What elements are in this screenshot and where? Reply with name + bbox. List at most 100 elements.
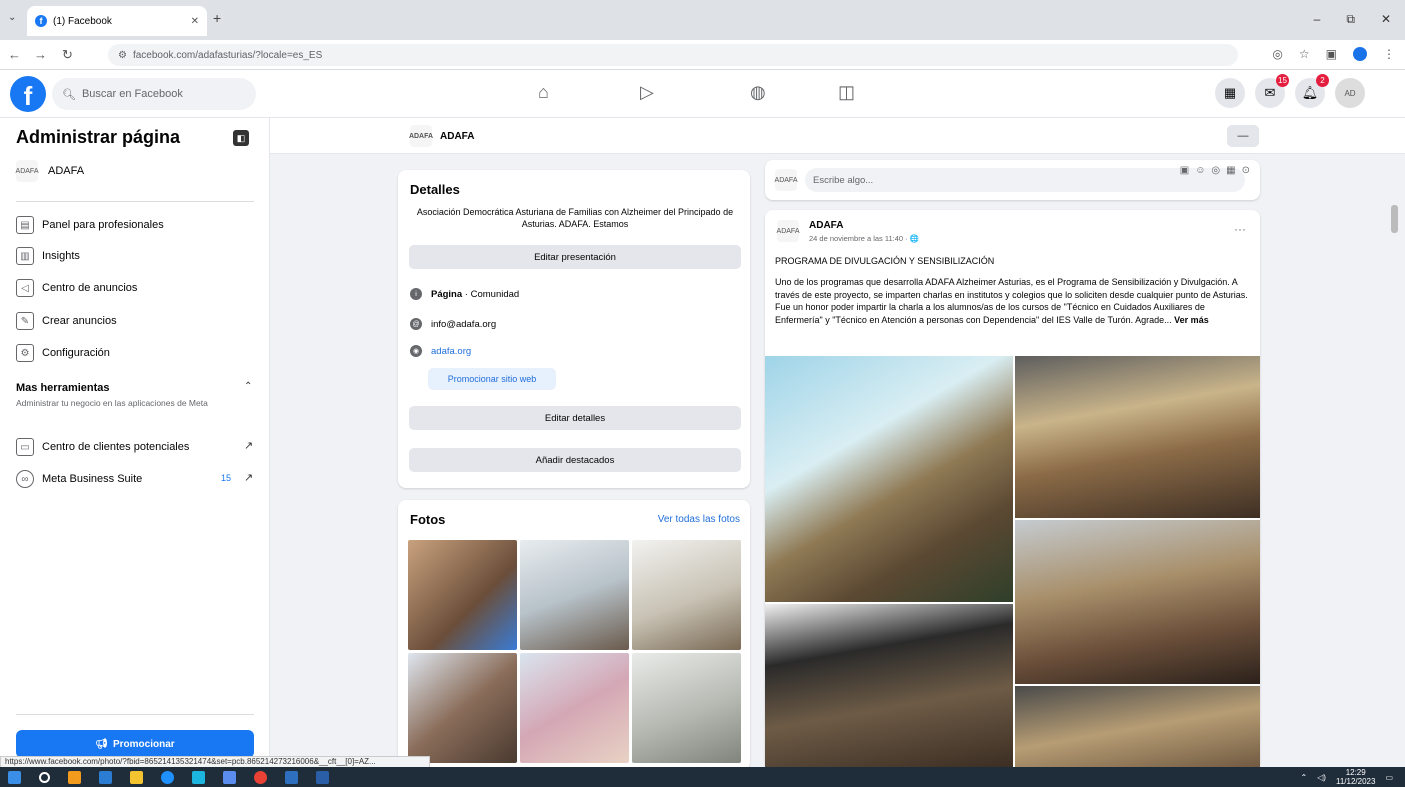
globe-icon: ◉ — [410, 345, 422, 357]
clock[interactable]: 12:29 11/12/2023 — [1336, 768, 1375, 787]
sidebar-item-leads-center[interactable]: ▭ Centro de clientes potenciales — [16, 438, 189, 456]
windows-start-icon[interactable] — [8, 770, 21, 784]
search-icon[interactable] — [39, 771, 50, 783]
email-row: @ info@adafa.org — [410, 318, 496, 330]
close-window-button[interactable]: ✕ — [1381, 12, 1391, 27]
post-composer: ADAFA Escribe algo... ▣ ☺ ◎ ▦ ⊙ — [765, 160, 1260, 200]
word-icon[interactable] — [316, 770, 329, 784]
windows-taskbar: ⌃ ◁) 12:29 11/12/2023 ▭ — [0, 767, 1405, 787]
location-icon[interactable]: ⊙ — [1242, 165, 1250, 176]
post-author[interactable]: ADAFA — [809, 220, 919, 231]
event-icon[interactable]: ▦ — [1226, 165, 1235, 176]
edit-intro-button[interactable]: Editar presentación — [409, 245, 741, 269]
photo-thumbnail[interactable] — [408, 653, 517, 763]
post-options-icon[interactable]: ··· — [1234, 222, 1246, 236]
chevron-up-icon[interactable]: ⌃ — [244, 381, 252, 392]
forward-icon[interactable]: → — [34, 47, 47, 62]
sidebar-page-link[interactable]: ADAFA ADAFA — [16, 160, 84, 182]
firefox-icon[interactable] — [68, 770, 81, 784]
post-photo[interactable] — [1015, 686, 1260, 770]
megaphone-icon: ◁ — [16, 279, 34, 297]
post-photo[interactable] — [765, 604, 1013, 770]
browser-tab[interactable]: f (1) Facebook ✕ — [27, 6, 207, 36]
meta-icon: ∞ — [16, 470, 34, 488]
adafa-logo[interactable]: ADAFA — [777, 220, 799, 242]
page-scrollbar[interactable] — [1391, 205, 1398, 233]
tray-chevron-icon[interactable]: ⌃ — [1300, 773, 1307, 782]
bookmark-star-icon[interactable]: ☆ — [1299, 47, 1310, 61]
menu-grid-icon[interactable]: ▦ — [1215, 78, 1245, 108]
more-tools-subtitle: Administrar tu negocio en las aplicacion… — [16, 398, 208, 408]
home-icon[interactable]: ⌂ — [538, 82, 549, 103]
store-icon[interactable] — [223, 770, 236, 784]
chrome-icon[interactable] — [254, 770, 267, 784]
info-icon: i — [410, 288, 422, 300]
back-icon[interactable]: ← — [8, 47, 21, 62]
file-explorer-icon[interactable] — [130, 770, 143, 784]
sidebar-divider — [16, 201, 254, 202]
post-photo[interactable] — [765, 356, 1013, 602]
gaming-icon[interactable]: ◫ — [838, 82, 855, 103]
post-photo[interactable] — [1015, 356, 1260, 518]
site-info-icon[interactable]: ⚙ — [118, 50, 127, 61]
messenger-icon[interactable]: ✉ 15 — [1255, 74, 1289, 108]
new-tab-button[interactable]: + — [213, 10, 221, 26]
page-options-button[interactable]: — — [1227, 125, 1259, 147]
notifications-center-icon[interactable]: ▭ — [1385, 773, 1393, 782]
page-header-title[interactable]: ADAFA ADAFA — [409, 125, 474, 147]
browser-tabstrip: ⌄ f (1) Facebook ✕ + – ⧉ ✕ — [0, 0, 1405, 40]
sidebar-item-label: Configuración — [42, 347, 110, 359]
photo-thumbnail[interactable] — [520, 540, 629, 650]
sidebar-item-settings[interactable]: ⚙ Configuración — [16, 344, 110, 362]
emoji-icon[interactable]: ◎ — [1211, 165, 1220, 176]
external-link-icon[interactable]: ↗ — [244, 439, 253, 452]
maximize-button[interactable]: ⧉ — [1346, 12, 1355, 27]
post-headline: PROGRAMA DE DIVULGACIÓN Y SENSIBILIZACIÓ… — [775, 256, 995, 266]
details-card: Detalles Asociación Democrática Asturian… — [398, 170, 750, 488]
edit-details-button[interactable]: Editar detalles — [409, 406, 741, 430]
website-link[interactable]: adafa.org — [431, 346, 471, 357]
promote-button[interactable]: 📢︎ Promocionar — [16, 730, 254, 758]
google-lens-icon[interactable]: ◎ — [1272, 47, 1282, 61]
facebook-logo-icon[interactable]: f — [10, 76, 46, 112]
facebook-search-input[interactable]: 🔍︎ Buscar en Facebook — [52, 78, 256, 110]
photo-thumbnail[interactable] — [632, 540, 741, 650]
collapse-sidebar-icon[interactable]: ◧ — [233, 130, 249, 146]
profile-icon[interactable] — [1353, 47, 1367, 61]
video-icon[interactable]: ▷ — [640, 82, 654, 103]
post-timestamp[interactable]: 24 de noviembre a las 11:40 · 🌐 — [809, 234, 919, 243]
photo-thumbnail[interactable] — [520, 653, 629, 763]
external-link-icon[interactable]: ↗ — [244, 471, 253, 484]
volume-icon[interactable]: ◁) — [1317, 773, 1326, 782]
tab-search-icon[interactable]: ⌄ — [8, 12, 16, 23]
side-panel-icon[interactable]: ▣ — [1326, 47, 1337, 61]
outlook-icon[interactable] — [285, 770, 298, 784]
reload-icon[interactable]: ↻ — [62, 47, 73, 63]
groups-icon[interactable]: ◍ — [750, 82, 766, 103]
see-all-photos-link[interactable]: Ver todas las fotos — [658, 514, 740, 525]
edge-chromium-icon[interactable] — [192, 770, 205, 784]
account-avatar[interactable]: AD — [1335, 78, 1365, 108]
add-featured-button[interactable]: Añadir destacados — [409, 448, 741, 472]
url-field[interactable]: ⚙ facebook.com/adafasturias/?locale=es_E… — [108, 44, 1238, 66]
photo-thumbnail[interactable] — [632, 653, 741, 763]
tag-icon[interactable]: ☺ — [1195, 165, 1205, 176]
sidebar-item-ads-center[interactable]: ◁ Centro de anuncios — [16, 279, 137, 297]
minimize-button[interactable]: – — [1314, 12, 1321, 27]
promote-website-button[interactable]: Promocionar sitio web — [428, 368, 556, 390]
sidebar-item-create-ads[interactable]: ✎ Crear anuncios — [16, 312, 117, 330]
sidebar-item-panel[interactable]: ▤ Panel para profesionales — [16, 216, 164, 234]
more-tools-heading[interactable]: Mas herramientas — [16, 382, 110, 394]
sidebar-item-meta-business-suite[interactable]: ∞ Meta Business Suite — [16, 470, 142, 488]
sidebar-item-insights[interactable]: ▥ Insights — [16, 247, 80, 265]
mail-icon[interactable] — [99, 770, 112, 784]
photo-icon[interactable]: ▣ — [1180, 165, 1189, 176]
post-photo[interactable] — [1015, 520, 1260, 684]
see-more-link[interactable]: Ver más — [1174, 315, 1209, 325]
browser-menu-icon[interactable]: ⋮ — [1383, 47, 1395, 61]
edge-icon[interactable] — [161, 770, 174, 784]
notifications-bell-icon[interactable]: 🔔︎ 2 — [1295, 74, 1329, 108]
tab-close-icon[interactable]: ✕ — [191, 16, 199, 27]
photo-thumbnail[interactable] — [408, 540, 517, 650]
browser-extensions: ◎ ☆ ▣ ⋮ — [1272, 47, 1395, 61]
